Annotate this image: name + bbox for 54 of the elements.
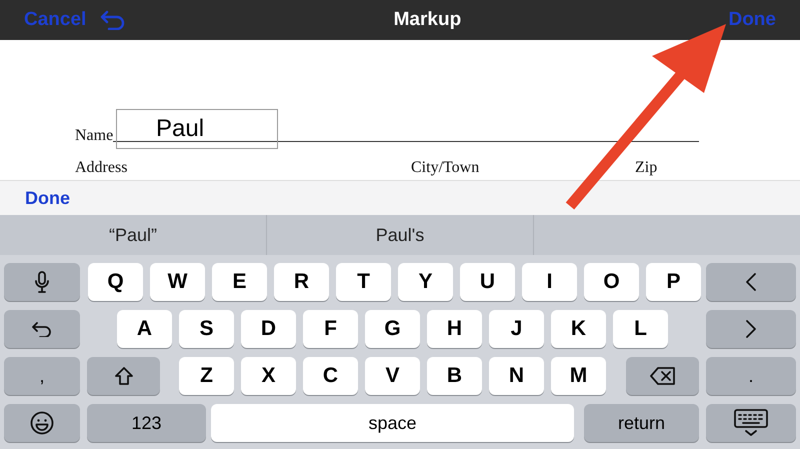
- letter-key[interactable]: L: [613, 310, 668, 348]
- undo-icon: [32, 321, 52, 337]
- letter-key[interactable]: I: [522, 263, 577, 301]
- letter-key[interactable]: F: [303, 310, 358, 348]
- letter-key[interactable]: O: [584, 263, 639, 301]
- delete-icon: [650, 367, 676, 385]
- window-title: Markup: [394, 9, 462, 31]
- letter-key[interactable]: R: [274, 263, 329, 301]
- right-chevron-icon: [745, 319, 757, 339]
- letter-key[interactable]: J: [489, 310, 544, 348]
- delete-key[interactable]: [626, 357, 699, 395]
- function-key[interactable]: return: [584, 404, 699, 442]
- letter-key[interactable]: D: [241, 310, 296, 348]
- letter-key[interactable]: A: [117, 310, 172, 348]
- letter-key[interactable]: G: [365, 310, 420, 348]
- punctuation-key[interactable]: ,: [4, 357, 80, 395]
- letter-key[interactable]: V: [365, 357, 420, 395]
- letter-key[interactable]: Z: [179, 357, 234, 395]
- microphone-icon: [35, 271, 49, 293]
- form-label: Name: [75, 127, 114, 145]
- letter-key[interactable]: U: [460, 263, 515, 301]
- function-key[interactable]: 123: [87, 404, 206, 442]
- text-box[interactable]: Paul: [116, 109, 278, 149]
- left-chevron-icon: [745, 272, 757, 292]
- letter-key[interactable]: N: [489, 357, 544, 395]
- letter-key[interactable]: T: [336, 263, 391, 301]
- form-label: City/Town: [411, 159, 480, 177]
- letter-key[interactable]: B: [427, 357, 482, 395]
- hide-keyboard-key[interactable]: [706, 404, 796, 442]
- form-label: Zip: [635, 159, 658, 177]
- letter-key[interactable]: E: [212, 263, 267, 301]
- letter-key[interactable]: H: [427, 310, 482, 348]
- letter-key[interactable]: K: [551, 310, 606, 348]
- letter-key[interactable]: M: [551, 357, 606, 395]
- done-button[interactable]: Done: [25, 188, 70, 208]
- letter-key[interactable]: Y: [398, 263, 453, 301]
- smiley-icon: [30, 411, 54, 435]
- letter-key[interactable]: P: [646, 263, 701, 301]
- letter-key[interactable]: W: [150, 263, 205, 301]
- letter-key[interactable]: Q: [88, 263, 143, 301]
- form-label: Address: [75, 159, 128, 177]
- letter-key[interactable]: S: [179, 310, 234, 348]
- space-bar[interactable]: space: [211, 404, 574, 442]
- undo-key[interactable]: [4, 310, 80, 348]
- keyboard-icon: [734, 409, 768, 437]
- suggestion[interactable]: “Paul”: [108, 224, 157, 246]
- suggestion[interactable]: Paul's: [376, 224, 424, 246]
- emoji-key[interactable]: [4, 404, 80, 442]
- letter-key[interactable]: X: [241, 357, 296, 395]
- dictation-key[interactable]: [4, 263, 80, 301]
- punctuation-key[interactable]: .: [706, 357, 796, 395]
- shift-key[interactable]: [87, 357, 160, 395]
- shift-icon: [114, 366, 134, 386]
- letter-key[interactable]: C: [303, 357, 358, 395]
